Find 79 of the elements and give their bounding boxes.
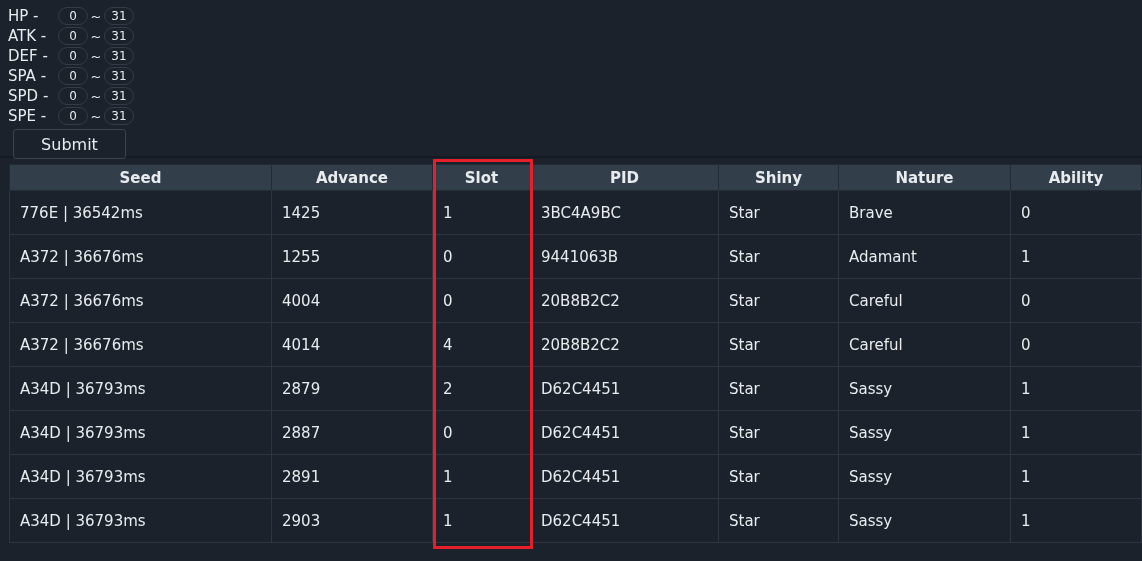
table-cell: 776E | 36542ms [9,190,272,235]
table-cell: Star [718,366,839,411]
table-cell: Star [718,234,839,279]
stat-label: ATK - [8,27,48,45]
table-cell: Sassy [838,498,1011,543]
column-header[interactable]: Nature [838,164,1011,191]
table-cell: Star [718,278,839,323]
stat-label: DEF - [8,47,49,65]
max-field[interactable]: 31 [104,67,134,85]
table-cell: Sassy [838,410,1011,455]
table-cell: A372 | 36676ms [9,322,272,367]
table-cell: Careful [838,322,1011,367]
table-cell: 20B8B2C2 [530,278,719,323]
table-cell: 0 [1010,322,1142,367]
table-cell: Star [718,410,839,455]
range-separator: ~ [89,48,103,64]
stat-label: HP - [8,7,40,25]
min-field[interactable]: 0 [58,27,88,45]
table-cell: 1 [1010,410,1142,455]
range-separator: ~ [89,88,103,104]
min-field[interactable]: 0 [58,7,88,25]
table-cell: Star [718,190,839,235]
min-field[interactable]: 0 [58,67,88,85]
table-cell: D62C4451 [530,366,719,411]
max-field[interactable]: 31 [104,7,134,25]
table-cell: 2891 [271,454,433,499]
table-cell: Sassy [838,366,1011,411]
stat-label: SPD - [8,87,50,105]
table-cell: 9441063B [530,234,719,279]
min-field[interactable]: 0 [58,87,88,105]
table-cell: 2903 [271,498,433,543]
max-field[interactable]: 31 [104,107,134,125]
table-cell: 20B8B2C2 [530,322,719,367]
table-cell: 4004 [271,278,433,323]
table-cell: 4014 [271,322,433,367]
table-cell: 1 [1010,366,1142,411]
stat-label: SPA - [8,67,48,85]
table-cell: Brave [838,190,1011,235]
max-field[interactable]: 31 [104,27,134,45]
table-cell: 2887 [271,410,433,455]
stat-label: SPE - [8,107,48,125]
column-header[interactable]: Ability [1010,164,1142,191]
min-field[interactable]: 0 [58,47,88,65]
column-header[interactable]: Seed [9,164,272,191]
table-cell: Star [718,454,839,499]
range-separator: ~ [89,68,103,84]
table-cell: 3BC4A9BC [530,190,719,235]
table-cell: 1 [1010,498,1142,543]
table-cell: 2879 [271,366,433,411]
table-cell: A372 | 36676ms [9,278,272,323]
table-cell: A34D | 36793ms [9,454,272,499]
range-separator: ~ [89,108,103,124]
table-cell: A34D | 36793ms [9,410,272,455]
table-cell: 1425 [271,190,433,235]
table-cell: 0 [1010,190,1142,235]
table-cell: Careful [838,278,1011,323]
table-cell: Star [718,322,839,367]
column-header[interactable]: Advance [271,164,433,191]
max-field[interactable]: 31 [104,87,134,105]
table-cell: 1255 [271,234,433,279]
table-cell: D62C4451 [530,410,719,455]
column-header[interactable]: PID [530,164,719,191]
table-cell: 1 [1010,454,1142,499]
min-field[interactable]: 0 [58,107,88,125]
table-cell: D62C4451 [530,454,719,499]
table-cell: D62C4451 [530,498,719,543]
table-cell: Sassy [838,454,1011,499]
submit-button[interactable]: Submit [13,129,126,159]
max-field[interactable]: 31 [104,47,134,65]
table-cell: 1 [1010,234,1142,279]
range-separator: ~ [89,8,103,24]
column-header[interactable]: Shiny [718,164,839,191]
range-separator: ~ [89,28,103,44]
table-cell: Star [718,498,839,543]
table-cell: A34D | 36793ms [9,366,272,411]
table-cell: 0 [1010,278,1142,323]
table-cell: A372 | 36676ms [9,234,272,279]
table-cell: Adamant [838,234,1011,279]
table-cell: A34D | 36793ms [9,498,272,543]
